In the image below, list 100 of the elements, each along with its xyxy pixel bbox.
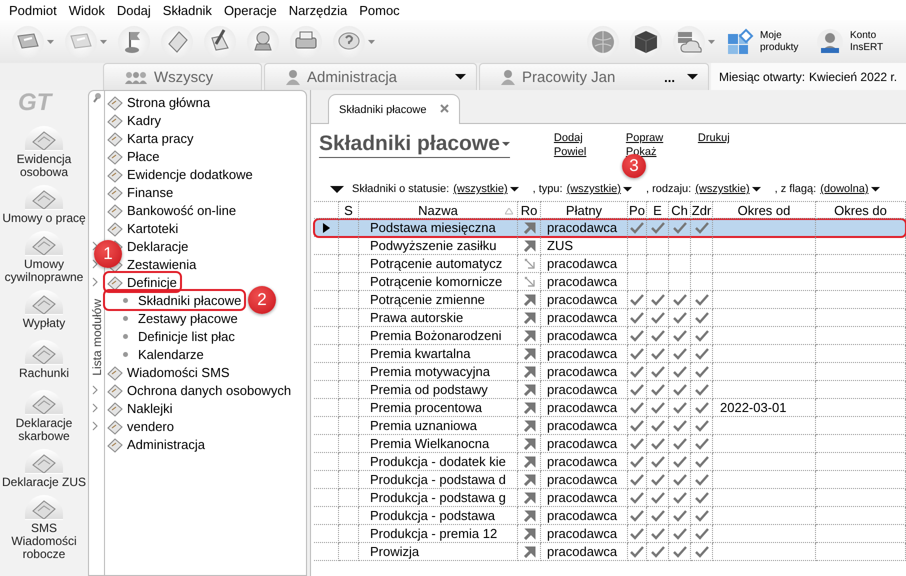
menu-item[interactable]: Narzędzia [284, 2, 354, 18]
tree-item[interactable]: Finanse [105, 183, 176, 201]
menu-item[interactable]: Dodaj [112, 2, 158, 18]
tree-item[interactable]: Wiadomości SMS [105, 363, 233, 381]
table-cell: Premia uznaniowa [359, 417, 518, 435]
filter-dropdown[interactable]: (wszystkie) [695, 183, 761, 195]
tree-item[interactable]: Definicje [105, 273, 180, 291]
module-button[interactable]: Wypłaty [0, 290, 88, 330]
tree-item[interactable]: Kadry [105, 111, 164, 129]
tree-item[interactable]: Administracja [105, 435, 208, 453]
group-icon [124, 69, 148, 85]
table-row[interactable]: Potrącenie zmienne pracodawca [314, 291, 906, 309]
cloud-button[interactable] [673, 24, 715, 58]
tree-item[interactable]: vendero [105, 417, 177, 435]
check-icon [630, 473, 644, 486]
chevron-icon[interactable] [92, 403, 99, 413]
tree-item[interactable]: Płace [105, 147, 163, 165]
chevron-icon[interactable] [92, 385, 99, 395]
sheet-icon [106, 148, 123, 164]
module-button[interactable]: Umowy cywilnoprawne [0, 231, 88, 284]
table-row[interactable]: Premia od podstawy pracodawca [314, 381, 906, 399]
table-row[interactable]: Premia kwartalna pracodawca [314, 345, 906, 363]
tree-item[interactable]: Kartoteki [105, 219, 182, 237]
view-title[interactable]: Składniki płacowe [319, 132, 510, 158]
help-button[interactable] [333, 24, 375, 58]
tree-item[interactable]: Bankowość on-line [105, 201, 240, 219]
action-link[interactable]: Dodaj [554, 132, 583, 144]
table-row[interactable]: Prowizja pracodawca [314, 543, 906, 561]
menu-item[interactable]: Pomoc [354, 2, 407, 18]
tab[interactable]: Pracowity Jan ... [479, 63, 709, 90]
table-cell [314, 489, 339, 507]
tree-item[interactable]: Karta pracy [105, 129, 196, 147]
document-tab[interactable]: Składniki płacowe [328, 94, 460, 124]
tab[interactable]: Administracja [264, 63, 477, 90]
chevron-icon[interactable] [92, 241, 99, 251]
table-cell [314, 435, 339, 453]
table-row[interactable]: Premia uznaniowa pracodawca [314, 417, 906, 435]
table-row[interactable]: Premia Bożonarodzeni pracodawca [314, 327, 906, 345]
module-button[interactable]: Rachunki [0, 340, 88, 380]
table-row[interactable]: Produkcja - premia 12 pracodawca [314, 525, 906, 543]
table-cell [339, 399, 359, 417]
chevron-icon[interactable] [92, 259, 99, 269]
table-row[interactable]: Produkcja - dodatek kie pracodawca [314, 453, 906, 471]
table-row[interactable]: Produkcja - podstawa g pracodawca [314, 489, 906, 507]
module-button[interactable]: Umowy o pracę [0, 185, 88, 225]
close-icon[interactable] [440, 104, 450, 113]
menu-item[interactable]: Widok [64, 2, 112, 18]
module-button[interactable]: Deklaracje skarbowe [0, 390, 88, 443]
module-button[interactable]: Ewidencja osobowa [0, 126, 88, 179]
toolbar-link[interactable]: Moje produkty [726, 28, 816, 56]
menu-item[interactable]: Podmiot [4, 2, 64, 18]
tree-item[interactable]: Ochrona danych osobowych [105, 381, 294, 399]
sheet-icon [106, 274, 123, 290]
tree-item[interactable]: Naklejki [105, 399, 176, 417]
table-row[interactable]: Podwyższenie zasiłku ZUS [314, 237, 906, 255]
action-link[interactable]: Drukuj [698, 132, 730, 144]
collapse-icon[interactable] [330, 186, 344, 192]
menu-item[interactable]: Operacje [218, 2, 284, 18]
check-icon [630, 311, 644, 324]
tree-item[interactable]: Definicje list płac [105, 327, 238, 345]
check-icon [650, 293, 664, 306]
table-cell [339, 381, 359, 399]
check-icon [630, 365, 644, 378]
table-row[interactable]: Podstawa miesięczna pracodawca [314, 219, 906, 237]
table-cell: Premia motywacyjna [359, 363, 518, 381]
module-button[interactable]: Deklaracje ZUS [0, 449, 88, 489]
table-row[interactable]: Prawa autorskie pracodawca [314, 309, 906, 327]
table-row[interactable]: Potrącenie komornicze pracodawca [314, 273, 906, 291]
table-row[interactable]: Potrącenie automatycz pracodawca [314, 255, 906, 273]
filter-dropdown[interactable]: (wszystkie) [566, 183, 632, 195]
chevron-icon[interactable] [92, 277, 99, 287]
tree-item[interactable]: Kalendarze [105, 345, 207, 363]
pin-icon[interactable] [92, 91, 102, 103]
tree-item[interactable]: Zestawy płacowe [105, 309, 241, 327]
table-row[interactable]: Produkcja - podstawa d pracodawca [314, 471, 906, 489]
tiles-icon [726, 28, 754, 56]
check-icon [694, 491, 708, 504]
action-link[interactable]: Powiel [554, 146, 586, 158]
table-row[interactable]: Premia procentowa pracodawca 2022-03-01 [314, 399, 906, 417]
action-link[interactable]: Popraw [626, 132, 664, 144]
module-button[interactable]: SMS Wiadomości robocze [0, 495, 88, 561]
toolbar-link[interactable]: Konto InsERT [816, 28, 906, 56]
check-icon [630, 437, 644, 450]
tree-item[interactable]: Ewidencje dodatkowe [105, 165, 256, 183]
table-row[interactable]: Premia motywacyjna pracodawca [314, 363, 906, 381]
filter-dropdown[interactable]: (dowolna) [820, 183, 880, 195]
check-icon [694, 311, 708, 324]
table-cell [339, 309, 359, 327]
table-cell: Potrącenie zmienne [359, 291, 518, 309]
check-icon [630, 221, 644, 234]
tree-item[interactable]: Składniki płacowe [105, 291, 244, 309]
tree-item[interactable]: Strona główna [105, 93, 214, 111]
check-icon [672, 419, 686, 432]
filter-dropdown[interactable]: (wszystkie) [453, 183, 519, 195]
table-cell: Produkcja - dodatek kie [359, 453, 518, 471]
table-row[interactable]: Premia Wielkanocna pracodawca [314, 435, 906, 453]
table-row[interactable]: Produkcja - podstawa pracodawca [314, 507, 906, 525]
chevron-icon[interactable] [92, 421, 99, 431]
menu-item[interactable]: Składnik [158, 2, 219, 18]
tab[interactable]: Wszyscy [103, 63, 262, 90]
